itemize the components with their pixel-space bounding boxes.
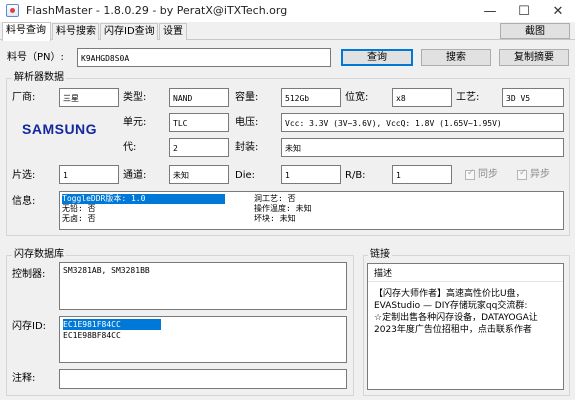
controller-value: SM3281AB, SM3281BB: [63, 266, 150, 275]
query-button[interactable]: 查询: [341, 49, 413, 66]
async-label: 异步: [530, 169, 550, 180]
die-label: Die:: [235, 170, 255, 181]
flash-id-label: 闪存ID:: [12, 321, 47, 332]
links-list[interactable]: 描述 【闪存大师作者】高速高性价比U盘， EVAStudio — DIY存储玩家…: [367, 263, 564, 390]
pn-input[interactable]: K9AHGD8S0A: [77, 48, 331, 67]
width-label: 位宽:: [345, 92, 369, 103]
close-button[interactable]: ✕: [541, 0, 575, 22]
decoder-group-label: 解析器数据: [12, 72, 66, 84]
capacity-label: 容量:: [235, 92, 259, 103]
tab-flash-id-query[interactable]: 闪存ID查询: [100, 23, 158, 40]
controller-textarea[interactable]: SM3281AB, SM3281BB: [59, 262, 347, 310]
info-line-lead-free: 无铅: 否: [62, 204, 96, 213]
generation-label: 代:: [123, 142, 137, 153]
cell-field: TLC: [169, 113, 229, 132]
flash-id-item[interactable]: EC1E98BF84CC: [60, 330, 346, 341]
link-item[interactable]: 【闪存大师作者】高速高性价比U盘，: [374, 288, 525, 300]
vendor-label: 厂商:: [12, 92, 36, 103]
info-line-halogen-free: 无卤: 否: [62, 214, 96, 223]
info-textarea[interactable]: ToggleDDR版本: 1.0 无铅: 否 无卤: 否 洞工艺: 否 操作温度…: [59, 191, 564, 230]
sync-label: 同步: [478, 169, 498, 180]
tab-part-number-search[interactable]: 料号搜索: [52, 23, 99, 40]
minimize-button[interactable]: —: [473, 0, 507, 22]
links-header: [368, 264, 563, 282]
pn-label: 料号（PN）:: [7, 52, 64, 63]
info-line-hole-process: 洞工艺: 否: [254, 194, 296, 203]
vendor-field: 三星: [59, 88, 119, 107]
process-field: 3D V5: [502, 88, 564, 107]
generation-field: 2: [169, 138, 229, 157]
capacity-field: 512Gb: [281, 88, 341, 107]
async-checkbox[interactable]: [517, 168, 527, 180]
link-item[interactable]: ☆定制出售各种闪存设备，DATAYOGA让: [374, 312, 538, 324]
search-button[interactable]: 搜索: [421, 49, 491, 66]
notes-label: 注释:: [12, 373, 36, 384]
info-line-toggle-ddr: ToggleDDR版本: 1.0: [62, 194, 225, 204]
info-line-bad-blocks: 坏块: 未知: [254, 214, 296, 223]
window-title: FlashMaster - 1.8.0.29 - by PeratX@iTXTe…: [26, 4, 288, 17]
die-field: 1: [281, 165, 341, 184]
chip-select-field: 1: [59, 165, 119, 184]
samsung-logo: SAMSUNG: [22, 121, 98, 137]
link-item[interactable]: 2023年度广告位招租中，点击联系作者: [374, 324, 532, 336]
type-field: NAND: [169, 88, 229, 107]
voltage-label: 电压:: [235, 117, 259, 128]
process-label: 工艺:: [456, 92, 480, 103]
width-field: x8: [392, 88, 452, 107]
link-item[interactable]: EVAStudio — DIY存储玩家qq交流群:: [374, 300, 527, 312]
flash-database-group-label: 闪存数据库: [12, 249, 66, 261]
voltage-field: Vcc: 3.3V (3V~3.6V), VccQ: 1.8V (1.65V~1…: [281, 113, 564, 132]
chip-select-label: 片选:: [12, 170, 36, 181]
tab-part-number-query[interactable]: 料号查询: [2, 22, 51, 41]
copy-summary-button[interactable]: 复制摘要: [499, 49, 569, 66]
notes-textarea[interactable]: [59, 369, 347, 389]
channel-field: 未知: [169, 165, 229, 184]
channel-label: 通道:: [123, 170, 147, 181]
flash-id-list[interactable]: EC1E981F84CC EC1E98BF84CC: [59, 316, 347, 363]
package-field: 未知: [281, 138, 564, 157]
tab-settings[interactable]: 设置: [159, 23, 187, 40]
rb-field: 1: [392, 165, 452, 184]
type-label: 类型:: [123, 92, 147, 103]
rb-label: R/B:: [345, 170, 366, 181]
sync-checkbox[interactable]: [465, 168, 475, 180]
info-line-operating-temp: 操作温度: 未知: [254, 204, 312, 213]
package-label: 封装:: [235, 142, 259, 153]
links-group-label: 链接: [368, 249, 392, 261]
screenshot-button[interactable]: 截图: [500, 23, 570, 39]
links-column-description[interactable]: 描述: [374, 268, 392, 280]
cell-label: 单元:: [123, 117, 147, 128]
maximize-button[interactable]: ☐: [507, 0, 541, 22]
info-label: 信息:: [12, 196, 36, 207]
flash-id-item[interactable]: EC1E981F84CC: [63, 319, 161, 330]
flashmaster-app-icon: [6, 4, 19, 17]
controller-label: 控制器:: [12, 269, 46, 280]
